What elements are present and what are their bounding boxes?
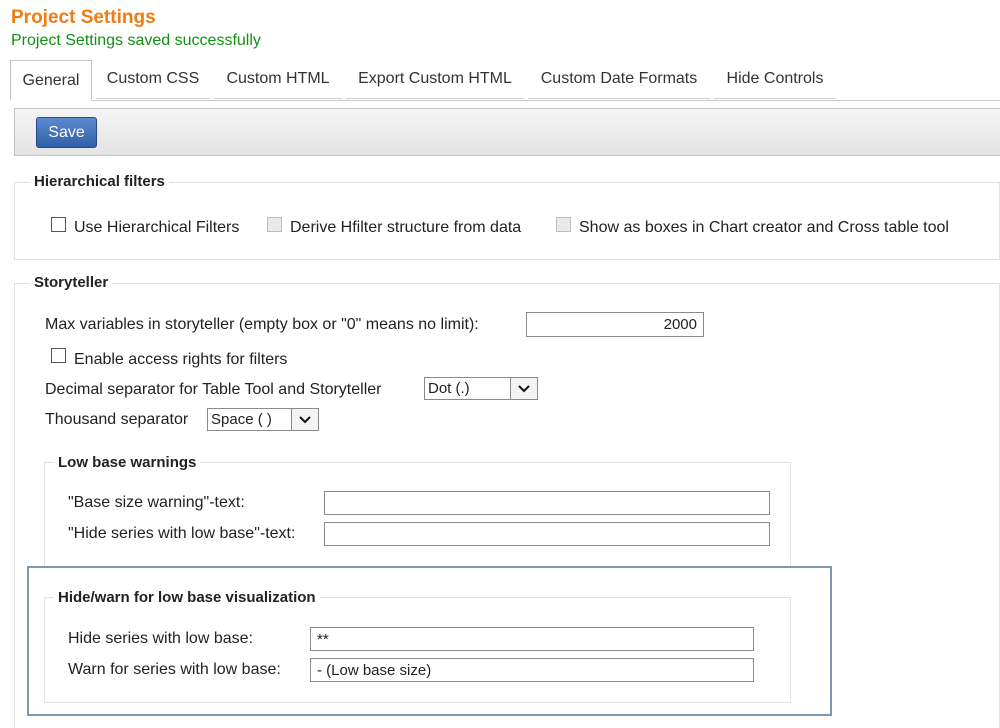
- use-hierarchical-filters-checkbox[interactable]: [51, 217, 66, 232]
- chevron-down-icon: [291, 409, 318, 430]
- toolbar: Save: [14, 108, 1000, 156]
- hide-series-label: Hide series with low base:: [68, 630, 253, 647]
- warn-series-label: Warn for series with low base:: [68, 661, 281, 678]
- max-variables-input[interactable]: [526, 312, 704, 337]
- decimal-separator-value: Dot (.): [428, 380, 470, 397]
- success-message: Project Settings saved successfully: [11, 32, 261, 49]
- thousand-separator-value: Space ( ): [211, 411, 272, 428]
- page-title: Project Settings: [11, 7, 156, 28]
- tab-general[interactable]: General: [10, 60, 92, 101]
- show-as-boxes-label: Show as boxes in Chart creator and Cross…: [579, 219, 949, 236]
- tab-custom-html[interactable]: Custom HTML: [214, 60, 342, 99]
- thousand-separator-select[interactable]: Space ( ): [207, 408, 319, 431]
- tab-hide-controls[interactable]: Hide Controls: [714, 60, 836, 99]
- base-size-warning-input[interactable]: [324, 491, 770, 515]
- hide-series-text-input[interactable]: [324, 522, 770, 546]
- decimal-separator-label: Decimal separator for Table Tool and Sto…: [45, 381, 382, 398]
- show-as-boxes-checkbox[interactable]: [556, 217, 571, 232]
- base-size-warning-label: "Base size warning"-text:: [68, 494, 245, 511]
- warn-series-input[interactable]: [310, 658, 754, 682]
- derive-hfilter-label: Derive Hfilter structure from data: [290, 219, 522, 236]
- tab-bar: General Custom CSS Custom HTML Export Cu…: [10, 60, 1000, 101]
- thousand-separator-label: Thousand separator: [45, 411, 189, 428]
- hide-series-input[interactable]: [310, 627, 754, 651]
- low-base-warnings-legend: Low base warnings: [54, 454, 201, 471]
- enable-access-rights-label: Enable access rights for filters: [74, 351, 288, 368]
- tab-export-custom-html[interactable]: Export Custom HTML: [346, 60, 524, 99]
- hierarchical-filters-legend: Hierarchical filters: [30, 173, 169, 190]
- max-variables-label: Max variables in storyteller (empty box …: [45, 316, 479, 333]
- tab-custom-css[interactable]: Custom CSS: [96, 60, 210, 99]
- decimal-separator-select[interactable]: Dot (.): [424, 377, 538, 400]
- use-hierarchical-filters-label: Use Hierarchical Filters: [74, 219, 240, 236]
- derive-hfilter-checkbox[interactable]: [267, 217, 282, 232]
- hide-series-text-label: "Hide series with low base"-text:: [68, 525, 296, 542]
- low-base-visualization-legend: Hide/warn for low base visualization: [54, 589, 320, 606]
- tab-custom-date-formats[interactable]: Custom Date Formats: [528, 60, 710, 99]
- save-button[interactable]: Save: [36, 117, 97, 148]
- chevron-down-icon: [510, 378, 537, 399]
- project-settings-page: Project Settings Project Settings saved …: [0, 0, 1000, 728]
- low-base-warnings-fieldset: [44, 462, 791, 568]
- enable-access-rights-checkbox[interactable]: [51, 348, 66, 363]
- storyteller-legend: Storyteller: [30, 274, 113, 291]
